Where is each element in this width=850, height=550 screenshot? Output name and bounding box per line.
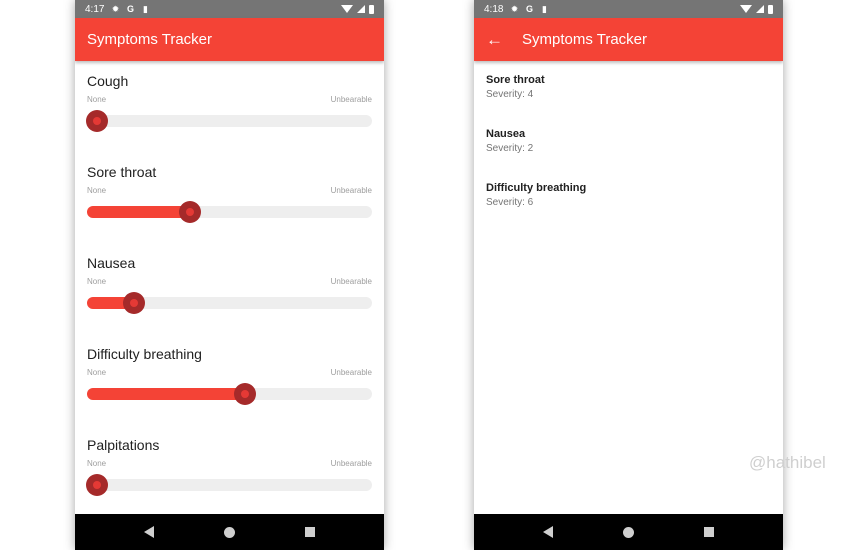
arrow-back-icon[interactable]: ←	[486, 31, 504, 48]
nav-home-icon[interactable]	[224, 526, 235, 538]
severity-slider[interactable]	[87, 201, 372, 223]
symptom-name: Palpitations	[87, 437, 160, 453]
severity-slider[interactable]	[86, 110, 372, 132]
symptom-summary-list: Sore throat Severity: 4 Nausea Severity:…	[474, 61, 783, 514]
battery-icon	[768, 4, 773, 14]
max-label: Unbearable	[330, 186, 372, 195]
app-bar: Symptoms Tracker	[75, 18, 384, 61]
sd-card-icon: ▮	[142, 4, 148, 14]
symptom-nausea: Nausea None Unbearable	[87, 255, 372, 335]
symptom-palpitations: Palpitations None Unbearable	[86, 437, 372, 517]
slider-fill	[87, 206, 190, 218]
status-bar: 4:18 ✹ G ▮	[474, 0, 783, 18]
right-phone-screen: 4:18 ✹ G ▮ ← Symptoms Tracker Sore throa…	[474, 0, 783, 550]
battery-icon	[369, 4, 374, 14]
list-item[interactable]: Difficulty breathing Severity: 6	[486, 182, 771, 208]
min-label: None	[87, 95, 107, 104]
item-title: Nausea	[486, 128, 526, 140]
stage: 4:17 ✹ G ▮ Symptoms Tracker Cough None U…	[0, 0, 850, 550]
severity-slider[interactable]	[87, 292, 372, 314]
symptom-name: Nausea	[87, 255, 136, 271]
min-label: None	[87, 186, 107, 195]
sd-card-icon: ▮	[541, 4, 547, 14]
nav-back-icon[interactable]	[543, 526, 553, 538]
status-time: 4:17	[85, 3, 105, 15]
slider-thumb[interactable]	[86, 110, 108, 132]
min-label: None	[87, 368, 107, 377]
item-severity: Severity: 4	[486, 89, 534, 100]
google-icon: G	[525, 4, 533, 14]
slider-thumb[interactable]	[123, 292, 146, 314]
watermark: @hathibel	[749, 453, 826, 472]
nav-back-icon[interactable]	[144, 526, 154, 538]
item-severity: Severity: 6	[486, 197, 534, 208]
list-item[interactable]: Sore throat Severity: 4	[486, 74, 771, 100]
symptom-slider-list: Cough None Unbearable Sore throat None U…	[75, 61, 384, 514]
symptom-name: Sore throat	[87, 164, 157, 180]
item-title: Difficulty breathing	[486, 182, 587, 194]
symptom-sore-throat: Sore throat None Unbearable	[87, 164, 372, 244]
wifi-icon	[341, 5, 353, 13]
google-icon: G	[126, 4, 134, 14]
severity-slider[interactable]	[87, 383, 372, 405]
max-label: Unbearable	[330, 277, 372, 286]
nav-recents-icon[interactable]	[704, 527, 714, 537]
settings-icon: ✹	[510, 4, 519, 14]
wifi-icon	[740, 5, 752, 13]
severity-slider[interactable]	[86, 474, 372, 496]
symptom-name: Cough	[87, 73, 129, 89]
max-label: Unbearable	[330, 95, 372, 104]
nav-home-icon[interactable]	[623, 526, 634, 538]
signal-icon	[756, 5, 764, 13]
min-label: None	[87, 459, 107, 468]
max-label: Unbearable	[330, 368, 372, 377]
nav-recents-icon[interactable]	[305, 527, 315, 537]
symptom-difficulty-breathing: Difficulty breathing None Unbearable	[87, 346, 372, 426]
max-label: Unbearable	[330, 459, 372, 468]
app-title: Symptoms Tracker	[87, 31, 213, 48]
symptom-cough: Cough None Unbearable	[86, 73, 372, 153]
left-phone-screen: 4:17 ✹ G ▮ Symptoms Tracker Cough None U…	[75, 0, 384, 550]
slider-fill	[87, 388, 246, 400]
list-item[interactable]: Nausea Severity: 2	[486, 128, 771, 154]
status-bar: 4:17 ✹ G ▮	[75, 0, 384, 18]
slider-thumb[interactable]	[178, 201, 201, 223]
app-bar: ← Symptoms Tracker	[474, 18, 783, 61]
item-severity: Severity: 2	[486, 143, 534, 154]
item-title: Sore throat	[486, 74, 545, 86]
slider-thumb[interactable]	[234, 383, 257, 405]
system-nav-bar	[474, 514, 783, 550]
slider-thumb[interactable]	[86, 474, 108, 496]
min-label: None	[87, 277, 107, 286]
app-title: Symptoms Tracker	[522, 31, 648, 48]
symptom-name: Difficulty breathing	[87, 346, 202, 362]
status-time: 4:18	[484, 3, 504, 15]
signal-icon	[357, 5, 365, 13]
settings-icon: ✹	[111, 4, 120, 14]
system-nav-bar	[75, 514, 384, 550]
